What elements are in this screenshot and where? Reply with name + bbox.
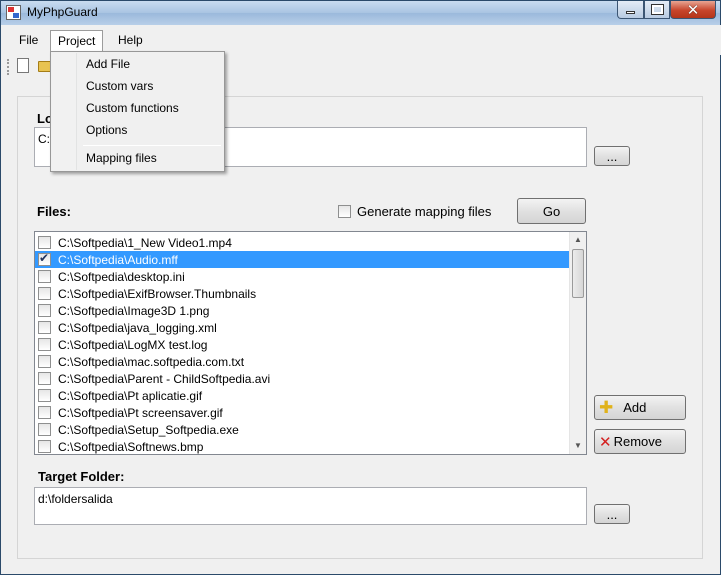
list-item[interactable]: C:\Softpedia\Pt screensaver.gif — [35, 404, 570, 421]
list-item-path: C:\Softpedia\Image3D 1.png — [58, 303, 210, 318]
list-item[interactable]: C:\Softpedia\Audio.mff — [35, 251, 570, 268]
minimize-icon — [626, 11, 635, 14]
list-item[interactable]: C:\Softpedia\Parent - ChildSoftpedia.avi — [35, 370, 570, 387]
list-item-path: C:\Softpedia\Pt screensaver.gif — [58, 405, 223, 420]
go-button[interactable]: Go — [517, 198, 586, 224]
list-item-path: C:\Softpedia\Parent - ChildSoftpedia.avi — [58, 371, 271, 386]
location-browse-button[interactable]: ... — [594, 146, 630, 166]
list-item[interactable]: C:\Softpedia\desktop.ini — [35, 268, 570, 285]
minimize-button[interactable] — [617, 1, 644, 19]
app-icon[interactable] — [6, 5, 21, 20]
close-button[interactable]: ✕ — [670, 1, 716, 19]
list-item-path: C:\Softpedia\Audio.mff — [56, 251, 180, 268]
target-browse-button[interactable]: ... — [594, 504, 630, 524]
list-item-path: C:\Softpedia\Pt aplicatie.gif — [58, 388, 203, 403]
vertical-scrollbar[interactable]: ▲ ▼ — [569, 232, 586, 454]
list-item-checkbox[interactable] — [38, 372, 51, 385]
remove-button[interactable]: ✕ Remove — [594, 429, 686, 454]
title-bar[interactable]: MyPhpGuard ✕ — [1, 1, 720, 25]
menu-separator — [83, 145, 221, 146]
add-button[interactable]: ✚ Add — [594, 395, 686, 420]
generate-mapping-option[interactable]: Generate mapping files — [338, 204, 491, 219]
menu-icon-strip — [52, 53, 77, 170]
list-item-path: C:\Softpedia\1_New Video1.mp4 — [58, 235, 232, 250]
list-item-checkbox[interactable] — [38, 355, 51, 368]
list-item[interactable]: C:\Softpedia\mac.softpedia.com.txt — [35, 353, 570, 370]
files-listbox[interactable]: C:\Softpedia\1_New Video1.mp4C:\Softpedi… — [34, 231, 587, 455]
list-item-path: C:\Softpedia\Softnews.bmp — [58, 439, 204, 454]
menu-options[interactable]: Options — [86, 123, 127, 137]
menu-project[interactable]: Project — [50, 30, 104, 52]
list-item-path: C:\Softpedia\mac.softpedia.com.txt — [58, 354, 245, 369]
x-icon: ✕ — [599, 432, 612, 451]
scroll-down-icon[interactable]: ▼ — [570, 438, 586, 454]
list-item[interactable]: C:\Softpedia\Setup_Softpedia.exe — [35, 421, 570, 438]
list-item-checkbox[interactable] — [38, 321, 51, 334]
main-window: MyPhpGuard ✕ File Project Help Lo C: ...… — [0, 0, 721, 575]
list-item-path: C:\Softpedia\ExifBrowser.Thumbnails — [58, 286, 257, 301]
list-item[interactable]: C:\Softpedia\java_logging.xml — [35, 319, 570, 336]
menu-custom-vars[interactable]: Custom vars — [86, 79, 153, 93]
scroll-up-icon[interactable]: ▲ — [570, 232, 586, 248]
add-button-label: Add — [623, 400, 647, 415]
list-item-checkbox[interactable] — [38, 406, 51, 419]
menu-custom-functions[interactable]: Custom functions — [86, 101, 179, 115]
list-item-checkbox[interactable] — [38, 251, 51, 266]
list-item-path: C:\Softpedia\Setup_Softpedia.exe — [58, 422, 239, 437]
menu-mapping-files[interactable]: Mapping files — [86, 151, 157, 165]
maximize-icon — [650, 4, 664, 15]
list-item[interactable]: C:\Softpedia\Softnews.bmp — [35, 438, 570, 454]
generate-mapping-label: Generate mapping files — [357, 204, 492, 219]
list-item[interactable]: C:\Softpedia\Image3D 1.png — [35, 302, 570, 319]
list-item[interactable]: C:\Softpedia\1_New Video1.mp4 — [35, 234, 570, 251]
list-item[interactable]: C:\Softpedia\Pt aplicatie.gif — [35, 387, 570, 404]
list-item-checkbox[interactable] — [38, 270, 51, 283]
list-item-path: C:\Softpedia\java_logging.xml — [58, 320, 217, 335]
menu-add-file[interactable]: Add File — [86, 57, 130, 71]
list-item[interactable]: C:\Softpedia\LogMX test.log — [35, 336, 570, 353]
scroll-thumb[interactable] — [572, 249, 584, 298]
new-file-icon[interactable] — [17, 58, 29, 73]
target-folder-label: Target Folder: — [38, 469, 125, 484]
list-item-checkbox[interactable] — [38, 389, 51, 402]
remove-button-label: Remove — [613, 434, 662, 449]
generate-mapping-checkbox[interactable] — [338, 205, 351, 218]
menu-help[interactable]: Help — [111, 30, 150, 52]
toolbar-grip[interactable] — [7, 59, 9, 75]
window-title: MyPhpGuard — [27, 5, 98, 19]
project-menu-dropdown: Add File Custom vars Custom functions Op… — [50, 51, 225, 172]
target-folder-field[interactable]: d:\foldersalida — [34, 487, 587, 525]
files-label: Files: — [37, 204, 71, 219]
list-item-checkbox[interactable] — [38, 423, 51, 436]
list-item-path: C:\Softpedia\desktop.ini — [58, 269, 185, 284]
list-item[interactable]: C:\Softpedia\ExifBrowser.Thumbnails — [35, 285, 570, 302]
list-item-checkbox[interactable] — [38, 440, 51, 453]
list-item-checkbox[interactable] — [38, 236, 51, 249]
list-item-checkbox[interactable] — [38, 338, 51, 351]
list-item-path: C:\Softpedia\LogMX test.log — [58, 337, 208, 352]
maximize-button[interactable] — [644, 1, 670, 19]
list-item-checkbox[interactable] — [38, 304, 51, 317]
plus-icon: ✚ — [599, 397, 614, 418]
list-item-checkbox[interactable] — [38, 287, 51, 300]
menu-file[interactable]: File — [12, 30, 45, 52]
close-icon: ✕ — [686, 0, 700, 19]
